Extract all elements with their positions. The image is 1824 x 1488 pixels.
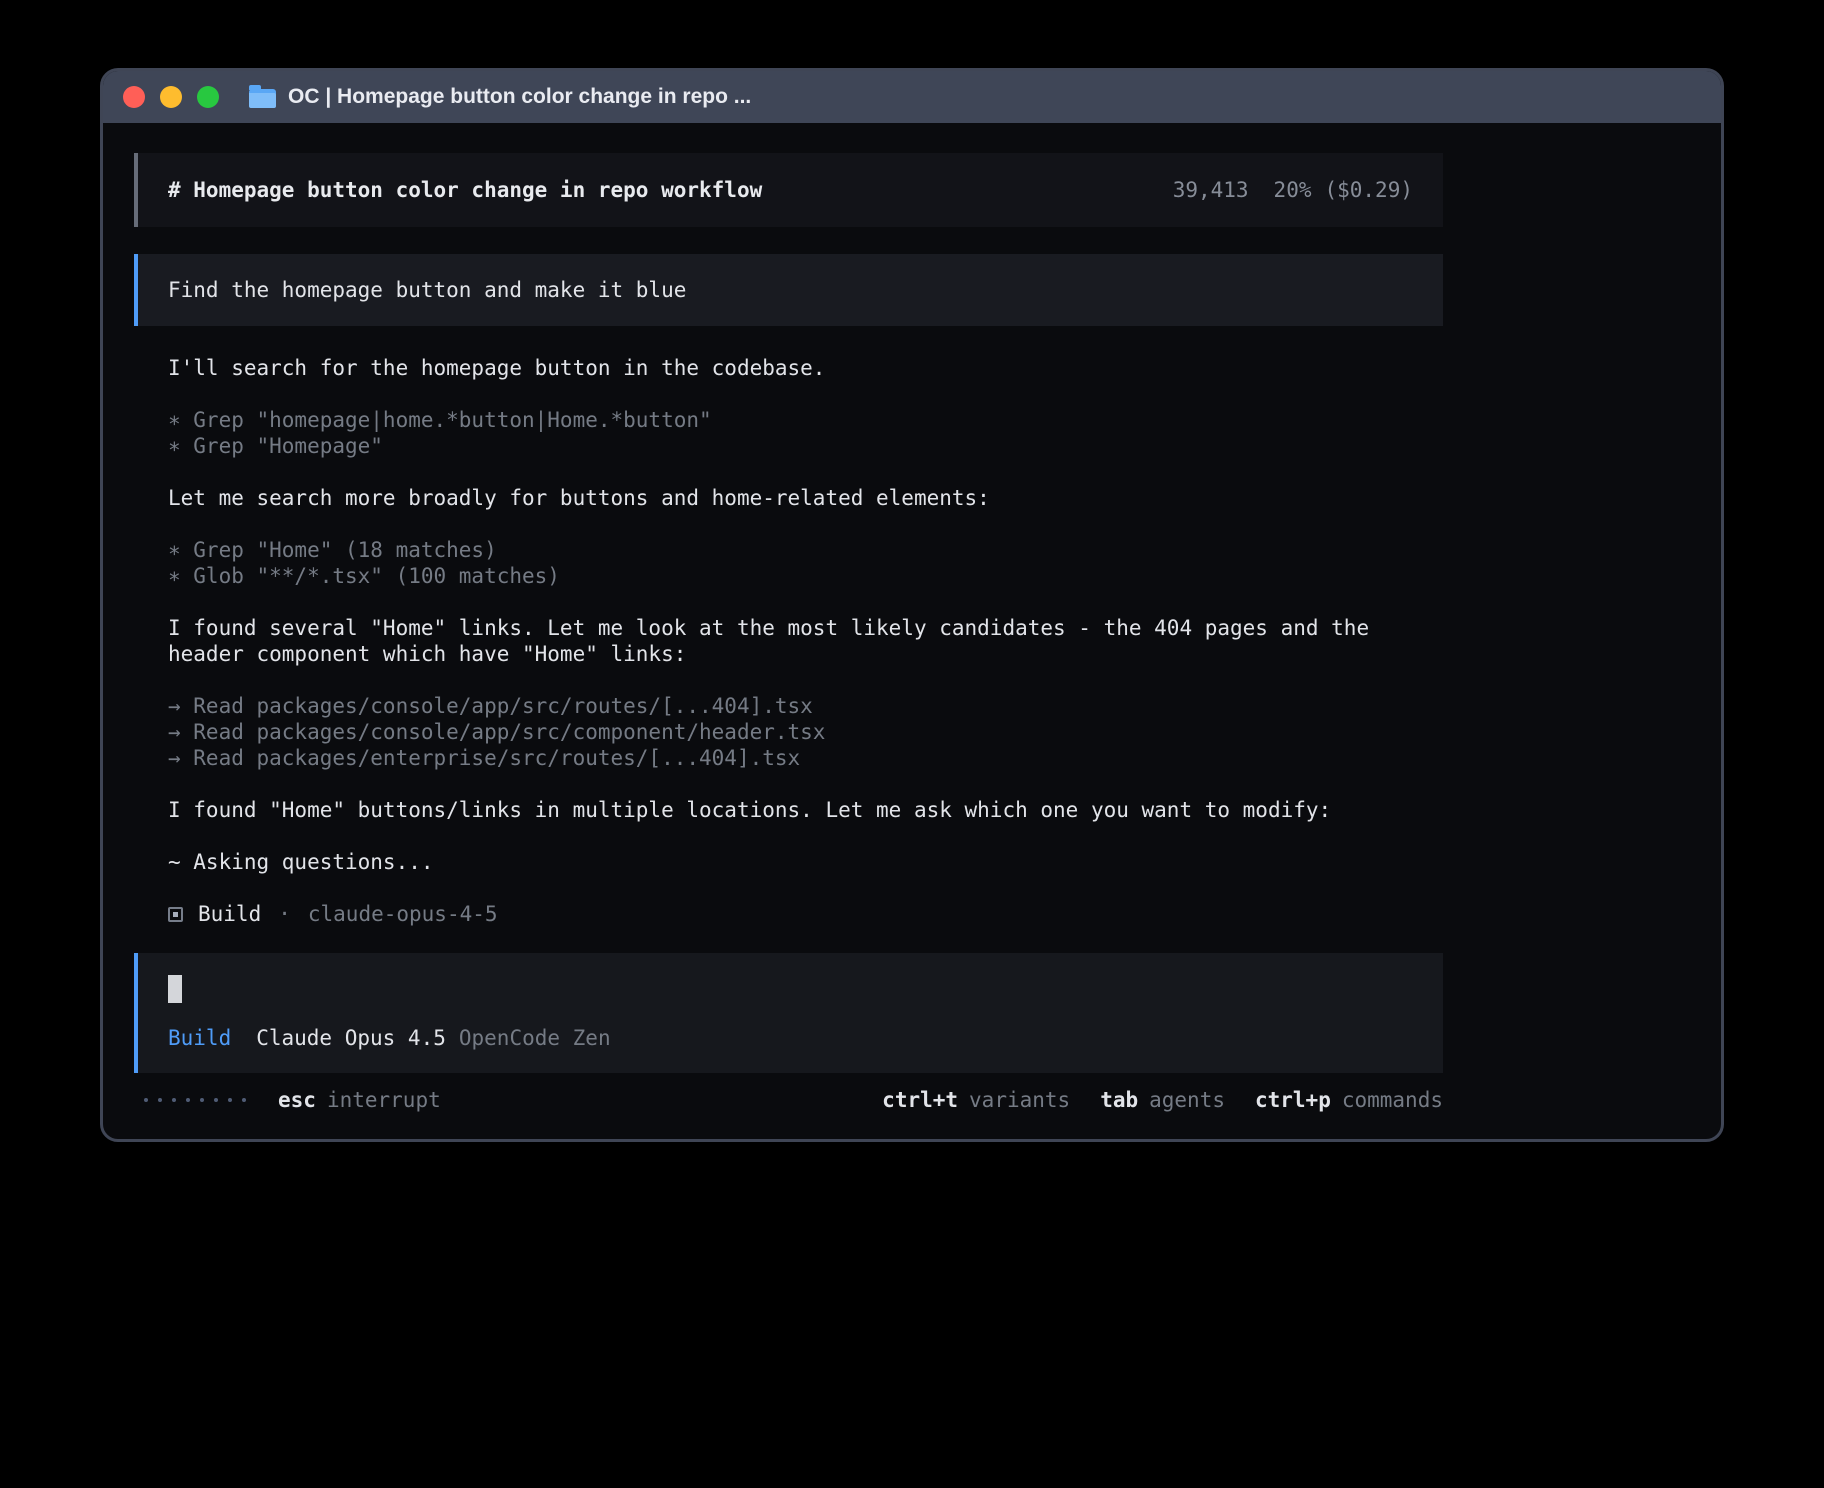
folder-icon: [249, 89, 276, 108]
spinner-icon: [144, 1098, 246, 1102]
session-title: # Homepage button color change in repo w…: [168, 177, 762, 203]
assistant-text: I found several "Home" links. Let me loo…: [168, 615, 1408, 667]
titlebar[interactable]: OC | Homepage button color change in rep…: [103, 71, 1721, 123]
token-count: 39,413: [1173, 177, 1249, 203]
shortcut-agents: tab agents: [1100, 1087, 1225, 1113]
agent-status-row: Build · claude-opus-4-5: [168, 901, 1408, 927]
user-message-text: Find the homepage button and make it blu…: [168, 278, 686, 302]
prompt-input[interactable]: Build Claude Opus 4.5 OpenCode Zen: [134, 953, 1443, 1073]
input-provider-name: OpenCode Zen: [459, 1025, 611, 1051]
session-header: # Homepage button color change in repo w…: [134, 153, 1443, 227]
assistant-text: I found "Home" buttons/links in multiple…: [168, 797, 1408, 823]
shortcut-label: variants: [969, 1087, 1070, 1113]
close-button[interactable]: [123, 86, 145, 108]
shortcut-variants: ctrl+t variants: [882, 1087, 1070, 1113]
terminal-window: OC | Homepage button color change in rep…: [100, 68, 1724, 1142]
tool-call-grep: ∗ Grep "homepage|home.*button|Home.*butt…: [168, 407, 1408, 433]
shortcut-interrupt: esc interrupt: [278, 1087, 441, 1113]
window-title: OC | Homepage button color change in rep…: [288, 85, 751, 109]
status-bar: esc interrupt ctrl+t variants tab agents…: [134, 1087, 1443, 1113]
shortcut-label: interrupt: [327, 1087, 441, 1113]
agent-icon: [168, 907, 183, 922]
input-meta: Build Claude Opus 4.5 OpenCode Zen: [168, 1025, 1413, 1051]
assistant-text: I'll search for the homepage button in t…: [168, 355, 1408, 381]
shortcut-key: tab: [1100, 1087, 1138, 1113]
minimize-button[interactable]: [160, 86, 182, 108]
session-stats: 39,413 20% ($0.29): [1173, 177, 1413, 203]
shortcut-label: agents: [1149, 1087, 1225, 1113]
terminal-content: # Homepage button color change in repo w…: [103, 123, 1721, 1113]
tool-call-read: → Read packages/enterprise/src/routes/[.…: [168, 745, 1408, 771]
user-message: Find the homepage button and make it blu…: [134, 254, 1443, 326]
tool-call-read: → Read packages/console/app/src/componen…: [168, 719, 1408, 745]
tool-call-grep: ∗ Grep "Homepage": [168, 433, 1408, 459]
shortcut-key: ctrl+t: [882, 1087, 958, 1113]
traffic-lights: [123, 86, 219, 108]
tool-call-glob: ∗ Glob "**/*.tsx" (100 matches): [168, 563, 1408, 589]
session-cost: ($0.29): [1324, 177, 1413, 203]
zoom-button[interactable]: [197, 86, 219, 108]
agent-model: claude-opus-4-5: [308, 901, 498, 927]
agent-separator: ·: [278, 901, 291, 927]
input-agent-mode[interactable]: Build: [168, 1025, 231, 1051]
title-group: OC | Homepage button color change in rep…: [249, 85, 751, 109]
shortcut-label: commands: [1342, 1087, 1443, 1113]
input-model-name[interactable]: Claude Opus 4.5: [256, 1025, 446, 1051]
assistant-transcript: I'll search for the homepage button in t…: [168, 355, 1408, 927]
shortcut-key: esc: [278, 1087, 316, 1113]
text-cursor: [168, 975, 182, 1003]
assistant-text: Let me search more broadly for buttons a…: [168, 485, 1408, 511]
agent-name: Build: [198, 901, 261, 927]
tool-call-grep: ∗ Grep "Home" (18 matches): [168, 537, 1408, 563]
context-percent: 20%: [1274, 177, 1312, 203]
shortcut-key: ctrl+p: [1255, 1087, 1331, 1113]
tool-call-read: → Read packages/console/app/src/routes/[…: [168, 693, 1408, 719]
shortcut-commands: ctrl+p commands: [1255, 1087, 1443, 1113]
assistant-status-text: ~ Asking questions...: [168, 849, 1408, 875]
